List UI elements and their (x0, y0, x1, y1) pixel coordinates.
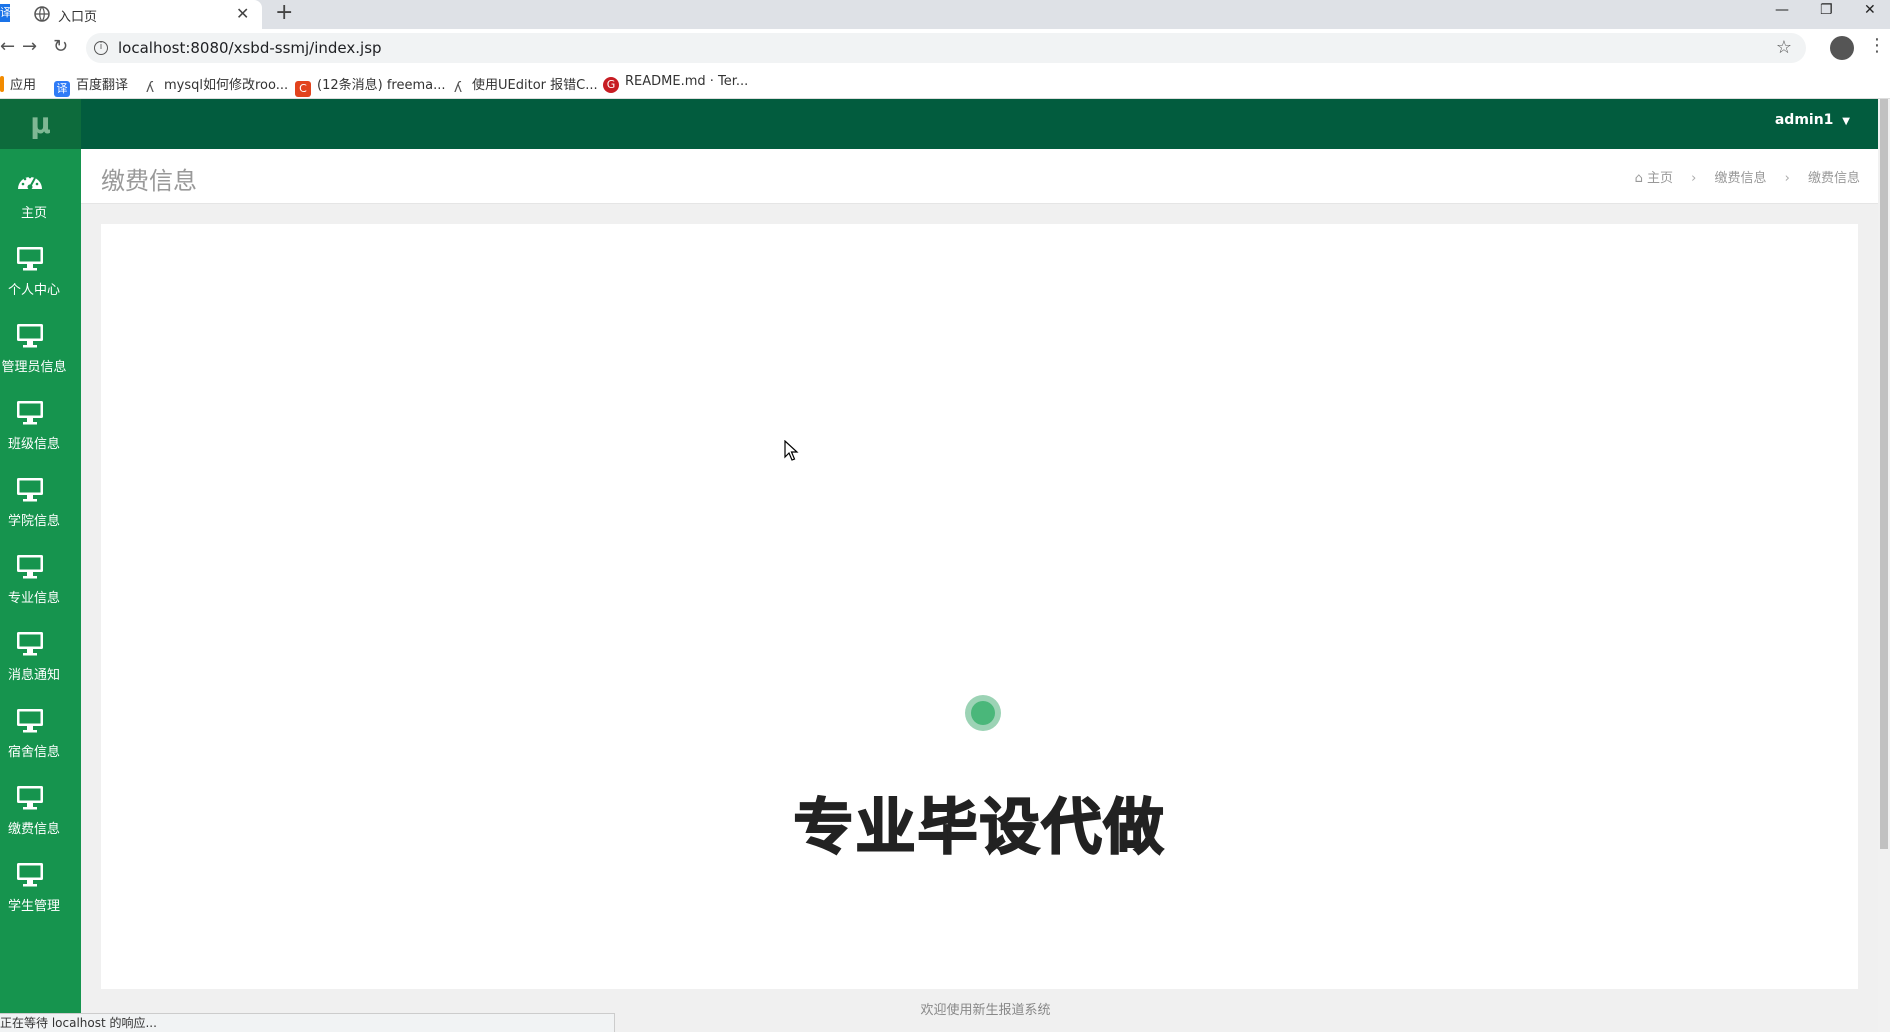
sidebar-item-dorms[interactable]: 宿舍信息 (0, 692, 81, 769)
sidebar-item-label: 学院信息 (7, 514, 60, 529)
monitor-icon (17, 247, 43, 271)
sidebar-item-label: 学生管理 (7, 899, 60, 914)
address-bar-row: ← → ↻ i localhost:8080/xsbd-ssmj/index.j… (0, 29, 1890, 67)
url-input[interactable]: i localhost:8080/xsbd-ssmj/index.jsp ☆ (86, 33, 1806, 63)
bookmark-readme[interactable]: G README.md · Ter... (603, 74, 748, 93)
browser-tab[interactable]: 译 入口页 ✕ (0, 0, 262, 29)
username: admin1 (1774, 112, 1834, 128)
profile-avatar-icon[interactable] (1830, 36, 1854, 60)
reload-icon[interactable]: ↻ (53, 38, 68, 56)
tab-strip: 译 入口页 ✕ + — ❐ ✕ (0, 0, 1890, 29)
breadcrumb: ⌂ 主页 › 缴费信息 › 缴费信息 (1635, 167, 1860, 186)
sidebar-item-colleges[interactable]: 学院信息 (0, 461, 81, 538)
bookmark-star-icon[interactable]: ☆ (1776, 37, 1792, 58)
page-header: 缴费信息 ⌂ 主页 › 缴费信息 › 缴费信息 (81, 149, 1890, 204)
bookmark-apps[interactable]: 应用 (0, 74, 36, 93)
loading-spinner (965, 695, 1001, 731)
baidu-translate-icon: 译 (54, 81, 70, 97)
sidebar-item-label: 消息通知 (7, 668, 60, 683)
ueditor-favicon-icon: ʎ (453, 80, 463, 96)
bookmark-csdn[interactable]: C (12条消息) freema... (295, 74, 445, 97)
chevron-right-icon: › (1691, 171, 1697, 186)
browser-status-bar: 正在等待 localhost 的响应... (0, 1013, 615, 1032)
watermark-text: 专业毕设代做 (793, 792, 1166, 864)
monitor-icon (17, 863, 43, 887)
sidebar-item-home[interactable]: 主页 (0, 153, 81, 230)
sidebar-item-majors[interactable]: 专业信息 (0, 538, 81, 615)
scrollbar-thumb[interactable] (1880, 99, 1888, 849)
bookmark-ueditor[interactable]: ʎ 使用UEditor 报错C... (450, 74, 598, 96)
top-navbar: admin1 ▼ (81, 99, 1890, 149)
back-icon[interactable]: ← (0, 38, 15, 56)
close-window-icon[interactable]: ✕ (1864, 2, 1876, 18)
breadcrumb-current: 缴费信息 (1807, 171, 1860, 186)
page-scrollbar[interactable] (1878, 99, 1890, 1032)
sidebar-item-payments[interactable]: 缴费信息 (0, 769, 81, 846)
mysql-favicon-icon: ʎ (145, 80, 155, 96)
apps-icon (0, 76, 4, 92)
sidebar-item-notices[interactable]: 消息通知 (0, 615, 81, 692)
tab-title: 入口页 (58, 10, 98, 25)
new-tab-icon[interactable]: + (275, 0, 293, 26)
breadcrumb-section[interactable]: 缴费信息 (1714, 171, 1766, 186)
sidebar-item-admins[interactable]: 管理员信息 (0, 307, 81, 384)
info-icon[interactable]: i (94, 41, 108, 55)
monitor-icon (17, 786, 43, 810)
sidebar-item-profile[interactable]: 个人中心 (0, 230, 81, 307)
sidebar-item-classes[interactable]: 班级信息 (0, 384, 81, 461)
page-title: 缴费信息 (101, 167, 197, 195)
monitor-icon (17, 478, 43, 502)
bookmark-mysql[interactable]: ʎ mysql如何修改roo... (142, 74, 288, 96)
user-menu-dropdown[interactable]: admin1 ▼ (1775, 112, 1850, 128)
translate-extension-icon[interactable]: 译 (0, 4, 11, 22)
dashboard-icon (18, 175, 42, 190)
app-logo[interactable]: μ (0, 99, 81, 149)
sidebar-item-students[interactable]: 学生管理 (0, 846, 81, 923)
sidebar-item-label: 个人中心 (7, 283, 60, 298)
caret-down-icon: ▼ (1842, 116, 1850, 127)
browser-menu-icon[interactable]: ⋮ (1868, 35, 1886, 56)
forward-icon[interactable]: → (22, 38, 37, 56)
chevron-right-icon: › (1784, 171, 1790, 186)
sidebar-item-label: 缴费信息 (7, 822, 60, 837)
breadcrumb-home[interactable]: 主页 (1647, 171, 1673, 186)
home-icon: ⌂ (1634, 171, 1643, 186)
monitor-icon (17, 555, 43, 579)
sidebar-item-label: 专业信息 (7, 591, 60, 606)
globe-icon (34, 6, 50, 22)
monitor-icon (17, 324, 43, 348)
sidebar-item-label: 班级信息 (7, 437, 60, 452)
sidebar-item-label: 管理员信息 (1, 360, 67, 375)
sidebar-item-label: 宿舍信息 (7, 745, 60, 760)
sidebar-item-label: 主页 (20, 206, 47, 221)
url-text: localhost:8080/xsbd-ssmj/index.jsp (118, 39, 382, 57)
monitor-icon (17, 401, 43, 425)
monitor-icon (17, 709, 43, 733)
monitor-icon (17, 632, 43, 656)
csdn-icon: C (295, 81, 311, 97)
spinner-dot (971, 701, 995, 725)
close-tab-icon[interactable]: ✕ (236, 4, 249, 23)
mouse-cursor-icon (784, 440, 799, 461)
content-panel: 专业毕设代做 (101, 224, 1858, 989)
bookmark-baidu-translate[interactable]: 译百度翻译 (54, 74, 128, 97)
app-root: μ 主页 个人中心 管理员信息 班级信息 学院信息 专业信息 消息通知 宿舍信息… (0, 99, 1890, 1032)
sidebar: μ 主页 个人中心 管理员信息 班级信息 学院信息 专业信息 消息通知 宿舍信息… (0, 99, 81, 1032)
gitee-icon: G (603, 77, 619, 93)
restore-icon[interactable]: ❐ (1820, 2, 1833, 18)
bookmarks-bar: 应用 译百度翻译 ʎ mysql如何修改roo... C (12条消息) freem… (0, 67, 1890, 99)
minimize-icon[interactable]: — (1775, 2, 1789, 18)
